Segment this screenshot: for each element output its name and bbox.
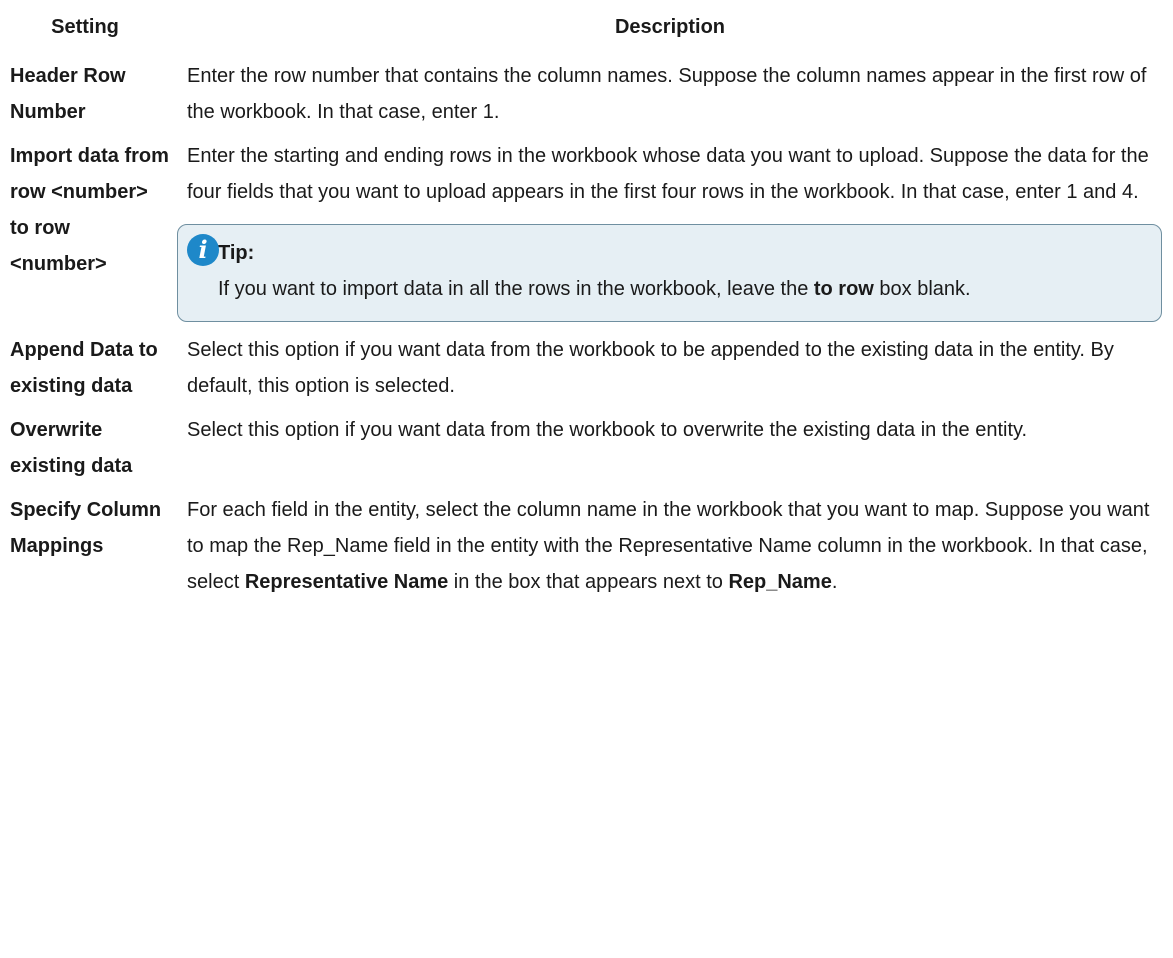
table-row: Append Data to existing data Select this… [0, 332, 1173, 404]
setting-name: Append Data to existing data [10, 339, 158, 397]
tip-text: If you want to import data in all the ro… [218, 278, 971, 300]
table-row: Import data from row <number> to row <nu… [0, 138, 1173, 322]
tip-title: Tip: [218, 242, 255, 264]
table-row: Header Row Number Enter the row number t… [0, 58, 1173, 130]
setting-description: For each field in the entity, select the… [187, 499, 1150, 593]
table-row: Overwrite existing data Select this opti… [0, 412, 1173, 484]
setting-name: Import data from row <number> to row <nu… [10, 145, 169, 275]
setting-description-container: Enter the starting and ending rows in th… [177, 138, 1168, 322]
table-header: Setting Description [0, 0, 1173, 52]
setting-description: Select this option if you want data from… [187, 339, 1114, 397]
setting-description: Enter the starting and ending rows in th… [187, 145, 1149, 203]
column-header-setting: Setting [51, 15, 119, 38]
setting-description: Select this option if you want data from… [187, 419, 1028, 441]
setting-name: Header Row Number [10, 65, 126, 123]
table-row: Specify Column Mappings For each field i… [0, 492, 1173, 600]
info-icon: i [187, 234, 219, 266]
settings-table: Setting Description Header Row Number En… [0, 0, 1173, 600]
setting-name: Specify Column Mappings [10, 499, 162, 557]
setting-name: Overwrite existing data [10, 419, 133, 477]
tip-callout: i Tip: If you want to import data in all… [177, 224, 1162, 322]
column-header-description: Description [614, 15, 726, 38]
setting-description: Enter the row number that contains the c… [187, 65, 1147, 123]
